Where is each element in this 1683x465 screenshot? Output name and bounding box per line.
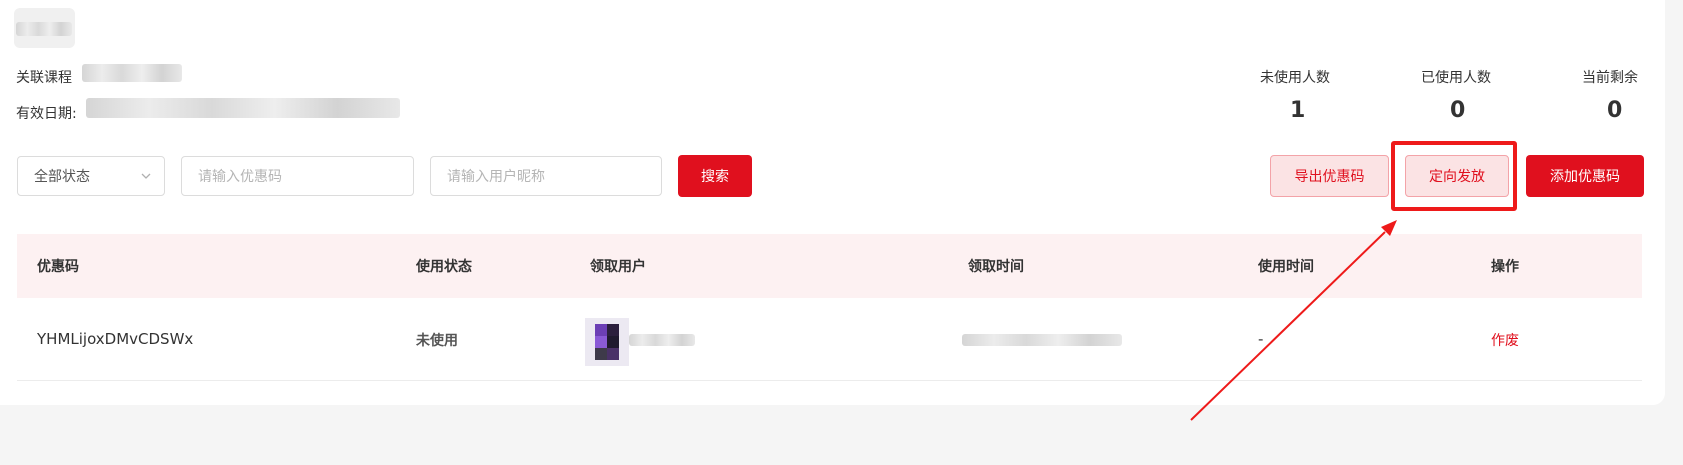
status-select[interactable]: 全部状态 [17,156,165,196]
header-coupon-code: 优惠码 [37,259,79,275]
coupon-code-placeholder: 请输入优惠码 [198,169,282,185]
header-actions: 操作 [1491,259,1519,275]
search-button[interactable]: 搜索 [678,155,752,197]
course-label: 关联课程 [16,70,72,86]
void-coupon-link[interactable]: 作废 [1491,330,1519,350]
header-usage-status: 使用状态 [416,259,472,275]
add-coupon-button[interactable]: 添加优惠码 [1526,155,1644,197]
status-select-value: 全部状态 [34,169,90,185]
header-use-time: 使用时间 [1258,259,1314,275]
used-count-label: 已使用人数 [1421,70,1491,86]
table-header: 优惠码 使用状态 领取用户 领取时间 使用时间 操作 [17,234,1642,298]
coupon-panel: 关联课程 有效日期: 未使用人数 1 已使用人数 0 当前剩余 0 全部状态 请… [0,0,1665,405]
annotation-highlight-box [1391,141,1517,211]
unused-count-label: 未使用人数 [1260,70,1330,86]
remaining-value: 0 [1607,98,1623,123]
coupon-code-cell: YHMLijoxDMvCDSWx [37,330,194,348]
nickname-placeholder: 请输入用户昵称 [447,169,545,185]
valid-date-label: 有效日期: [16,106,77,122]
use-time-cell: - [1258,330,1264,348]
used-count-value: 0 [1450,98,1466,123]
table-row: YHMLijoxDMvCDSWx 未使用 - 作废 [17,298,1642,381]
header-claim-time: 领取时间 [968,259,1024,275]
coupon-code-input[interactable]: 请输入优惠码 [181,156,414,196]
remaining-label: 当前剩余 [1582,70,1638,86]
unused-count-value: 1 [1290,98,1306,123]
course-thumbnail [14,8,75,48]
chevron-down-icon [141,173,151,179]
usage-status-cell: 未使用 [416,333,458,349]
header-claimed-user: 领取用户 [590,259,646,275]
blurred-username [629,334,695,346]
blurred-course-name [82,64,182,82]
blurred-valid-date [86,98,400,118]
user-avatar [585,318,629,366]
blurred-claim-time [962,334,1122,346]
blurred-course-image [16,22,72,36]
export-coupons-button[interactable]: 导出优惠码 [1270,155,1389,197]
nickname-input[interactable]: 请输入用户昵称 [430,156,662,196]
